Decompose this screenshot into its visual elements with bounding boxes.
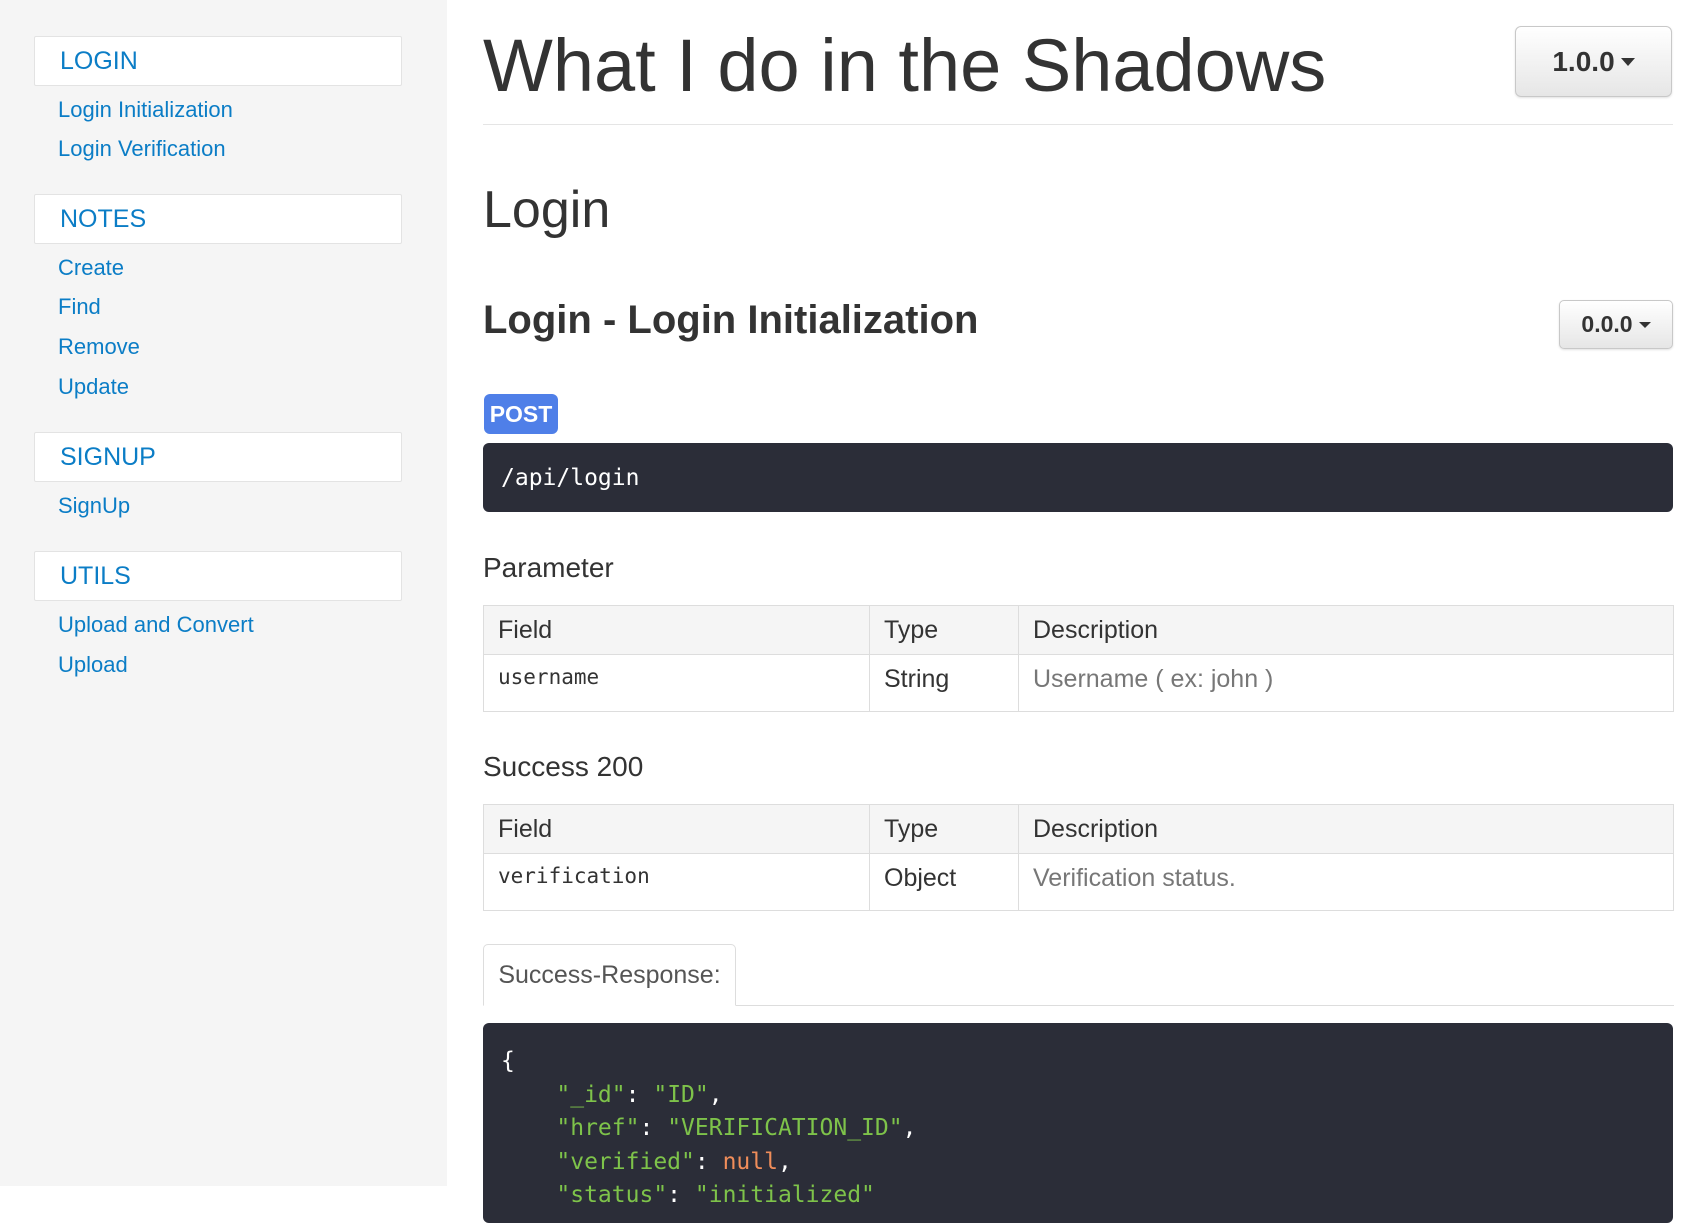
version-dropdown[interactable]: 1.0.0 [1515,26,1672,97]
nav-group-utils[interactable]: UTILS [34,551,402,601]
parameter-heading: Parameter [483,552,614,583]
nav-group-signup[interactable]: SIGNUP [34,432,402,482]
code-key: "verified" [556,1148,695,1175]
code-line: "verified": null, [556,1148,792,1175]
success-field: verification [483,853,870,911]
nav-link-signup[interactable]: SignUp [58,492,130,520]
table-header-row: Field Type Description [483,605,1674,655]
endpoint-title: Login - Login Initialization [483,298,979,342]
param-field: username [483,654,870,712]
section-title: Login [483,181,611,239]
column-header-field: Field [483,804,870,854]
nav-group-notes[interactable]: NOTES [34,194,402,244]
code-value: null [722,1148,778,1175]
column-header-description: Description [1018,605,1674,655]
nav-link-upload[interactable]: Upload [58,651,128,679]
nav-group-login[interactable]: LOGIN [34,36,402,86]
parameter-table: Field Type Description username String U… [483,605,1674,712]
success-type: Object [869,853,1019,911]
column-header-type: Type [869,804,1019,854]
param-type: String [869,654,1019,712]
method-badge: POST [484,394,558,434]
main-content: What I do in the Shadows 1.0.0 Login Log… [447,0,1704,1223]
column-header-type: Type [869,605,1019,655]
nav-link-upload-and-convert[interactable]: Upload and Convert [58,611,254,639]
page-title: What I do in the Shadows [483,24,1327,107]
success-response-code: { "_id": "ID", "href": "VERIFICATION_ID"… [483,1023,1673,1223]
code-key: "href" [556,1115,640,1141]
table-row: verification Object Verification status. [483,853,1674,911]
nav-link-find[interactable]: Find [58,293,101,321]
code-value: "VERIFICATION_ID" [667,1115,903,1141]
endpoint-version-dropdown[interactable]: 0.0.0 [1559,300,1673,349]
nav-link-update[interactable]: Update [58,373,129,401]
code-line: "href": "VERIFICATION_ID", [556,1115,917,1141]
nav-link-login-verification[interactable]: Login Verification [58,135,226,163]
endpoint-url: /api/login [483,443,1673,512]
table-row: username String Username ( ex: john ) [483,654,1674,712]
code-key: "_id" [556,1081,626,1108]
tab-success-response[interactable]: Success-Response: [483,944,736,1006]
code-open-brace: { [501,1048,515,1074]
chevron-down-icon [1638,321,1651,328]
success-table: Field Type Description verification Obje… [483,804,1674,911]
nav-link-create[interactable]: Create [58,254,124,282]
code-line: "_id": "ID", [556,1081,723,1108]
sidebar: LOGIN Login Initialization Login Verific… [0,0,447,1186]
code-value: "ID" [653,1081,709,1108]
column-header-field: Field [483,605,870,655]
version-label: 1.0.0 [1552,45,1615,77]
param-description: Username ( ex: john ) [1018,654,1674,712]
table-header-row: Field Type Description [483,804,1674,854]
nav-link-login-initialization[interactable]: Login Initialization [58,96,233,124]
endpoint-version-label: 0.0.0 [1581,311,1633,337]
success-heading: Success 200 [483,751,644,782]
success-description: Verification status. [1018,853,1674,911]
nav-link-remove[interactable]: Remove [58,333,140,361]
chevron-down-icon [1620,57,1635,66]
column-header-description: Description [1018,804,1674,854]
title-divider [483,124,1673,125]
